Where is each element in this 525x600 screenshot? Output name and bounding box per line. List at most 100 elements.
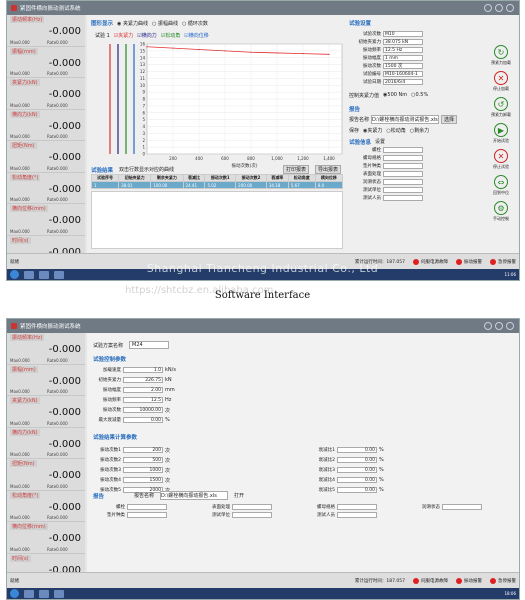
param-input[interactable]: 0.00 (337, 447, 377, 453)
print-report-button[interactable]: 打印报表 (282, 165, 309, 174)
window-title: 紧固件横向振动测试系统 (20, 324, 81, 330)
param-unit: % (165, 417, 170, 423)
status-text: 就绪 (10, 578, 19, 584)
gauge-1: 振幅(mm) -0.000 Max0.000 Rate0.000 (7, 47, 85, 78)
settings-field-input[interactable]: 12.5 Hz (383, 47, 423, 53)
info-field-label: 测试人员 (317, 513, 335, 518)
export-report-button[interactable]: 导出报表 (314, 165, 341, 174)
minimize-icon[interactable] (495, 4, 503, 12)
table-row[interactable]: 1 38.01 100.00 24.41 5.02 200.00 34.18 5.67 8.0 (90, 181, 344, 189)
mode-a-label: 500 Nm (387, 92, 408, 98)
gauge-value: -0.000 (48, 120, 81, 132)
taskbar-app-icon[interactable] (39, 589, 49, 598)
legend-s4[interactable]: ☑横向位移 (184, 32, 209, 39)
preload-load-button[interactable]: ↻ 预紧力加载 (491, 45, 511, 66)
manual-control-button[interactable]: ⚙ 手动控制 (491, 201, 511, 222)
report-name-input[interactable]: D:\螺栓横向振动报告.xls (160, 491, 229, 500)
settings-field-input[interactable]: M10-160604-1 (383, 71, 423, 77)
stop-load-button[interactable]: ✕ 停止加载 (491, 71, 511, 92)
close-icon[interactable] (506, 4, 514, 12)
taskbar-app-icon[interactable] (54, 589, 64, 598)
param-input[interactable]: 0.00 (337, 487, 377, 493)
info-field-label: 测试单位 (363, 188, 381, 193)
gauge-label: 横向位移(mm) (10, 523, 48, 530)
info-field-input[interactable] (442, 504, 482, 510)
param-input[interactable]: 200 (123, 447, 163, 453)
preload-unload-button[interactable]: ↺ 预紧力卸载 (491, 97, 511, 118)
save-opt-a[interactable]: ◉夹紧力 (363, 127, 382, 134)
gauge-2: 夹紧力(kN) -0.000 Max0.000 Rate0.000 (7, 78, 85, 110)
mode-b-radio[interactable]: ○0.5% (411, 92, 428, 99)
opt-amp-radio[interactable]: ○ 振幅曲线 (152, 20, 178, 27)
report-name-input[interactable]: D:\螺栓横向振动测试报告.xls (371, 115, 440, 124)
report-name-label: 报告名称 (349, 117, 370, 123)
gauge-value: -0.000 (48, 152, 81, 163)
settings-icon[interactable] (484, 4, 492, 12)
gauge-rate: Rate0.000 (47, 102, 68, 108)
param-input[interactable]: 1.0 (123, 367, 163, 373)
param-input[interactable]: 1500 (123, 477, 163, 483)
gauge-max: Max0.000 (10, 546, 30, 552)
plan-input[interactable]: M24 (129, 341, 170, 349)
opt-cycle-radio[interactable]: ○ 循环次数 (182, 20, 208, 27)
opt-clamp-radio[interactable]: ◉ 夹紧力曲线 (117, 20, 148, 27)
table-cell: 38.01 (118, 181, 152, 189)
taskbar-app-icon[interactable] (24, 589, 34, 598)
settings-icon[interactable] (484, 322, 492, 330)
info-field-input[interactable] (383, 155, 423, 161)
param-input[interactable]: 2.00 (123, 387, 163, 393)
legend-s3[interactable]: ☑松动角 (161, 32, 181, 39)
stop-test-button[interactable]: ✕ 停止试验 (491, 149, 511, 170)
param-input[interactable]: 10000.00 (123, 407, 163, 413)
legend-s2-label: 横向力 (141, 33, 157, 39)
info-field-input[interactable] (337, 512, 377, 518)
return-center-button[interactable]: ⇔ 回到中位 (491, 175, 511, 196)
save-opt-b[interactable]: ○松动角 (386, 127, 405, 134)
close-icon[interactable] (506, 322, 514, 330)
info-field-input[interactable] (383, 195, 423, 201)
open-button[interactable]: 打开 (234, 492, 244, 499)
gauge-rate: Rate0.000 (47, 71, 68, 76)
info-set-button[interactable]: 设置 (375, 138, 385, 146)
info-field-input[interactable] (383, 179, 423, 185)
param-input[interactable]: 0.00 (337, 477, 377, 483)
param-input[interactable]: 226.75 (123, 377, 163, 383)
settings-field-input[interactable]: 1500 次 (383, 63, 423, 69)
start-button[interactable] (10, 589, 19, 598)
info-field-input[interactable] (232, 512, 272, 518)
param-input[interactable]: 12.5 (123, 397, 163, 403)
legend-s2[interactable]: ☑横向力 (137, 32, 157, 39)
info-field-input[interactable] (383, 187, 423, 193)
param-unit: % (379, 457, 384, 463)
info-field-input[interactable] (337, 504, 377, 510)
legend-s1[interactable]: ☑夹紧力 (114, 32, 134, 39)
settings-field-input[interactable]: 38.075 kN (383, 39, 423, 45)
info-field-input[interactable] (232, 504, 272, 510)
param-input[interactable]: 0.00 (123, 417, 163, 423)
gauge-value: -0.000 (48, 470, 81, 481)
gauge-max: Max0.000 (10, 228, 30, 234)
info-field-input[interactable] (127, 504, 167, 510)
settings-field-input[interactable]: 1 mm (383, 55, 423, 61)
save-opt-c[interactable]: ○剩余力 (410, 127, 429, 134)
param-input[interactable]: 0.00 (337, 467, 377, 473)
info-field-input[interactable] (127, 512, 167, 518)
gauge-value: -0.000 (48, 501, 81, 513)
settings-field-input[interactable]: 2016/6/4 (383, 79, 423, 85)
settings-field-input[interactable]: M10 (383, 31, 423, 37)
save-opt-c-label: 剩余力 (414, 128, 430, 134)
param-input[interactable]: 0.00 (337, 457, 377, 463)
info-field-input[interactable] (383, 147, 423, 153)
param-input[interactable]: 500 (123, 457, 163, 463)
app-icon (11, 323, 17, 329)
gauge-panel: 振动频率(Hz) -0.000 Max0.000 Rate0.000 振幅(mm) -0.… (7, 15, 85, 267)
info-field-input[interactable] (383, 171, 423, 177)
param-input[interactable]: 1000 (123, 467, 163, 473)
minimize-icon[interactable] (495, 322, 503, 330)
info-field-label: 螺栓 (116, 505, 125, 510)
browse-button[interactable]: 选择 (441, 115, 458, 124)
info-field-input[interactable] (383, 163, 423, 169)
gauge-label: 振动频率(Hz) (10, 16, 45, 23)
start-test-button[interactable]: ▶ 开始试验 (491, 123, 511, 144)
mode-a-radio[interactable]: ◉500 Nm (383, 92, 407, 99)
